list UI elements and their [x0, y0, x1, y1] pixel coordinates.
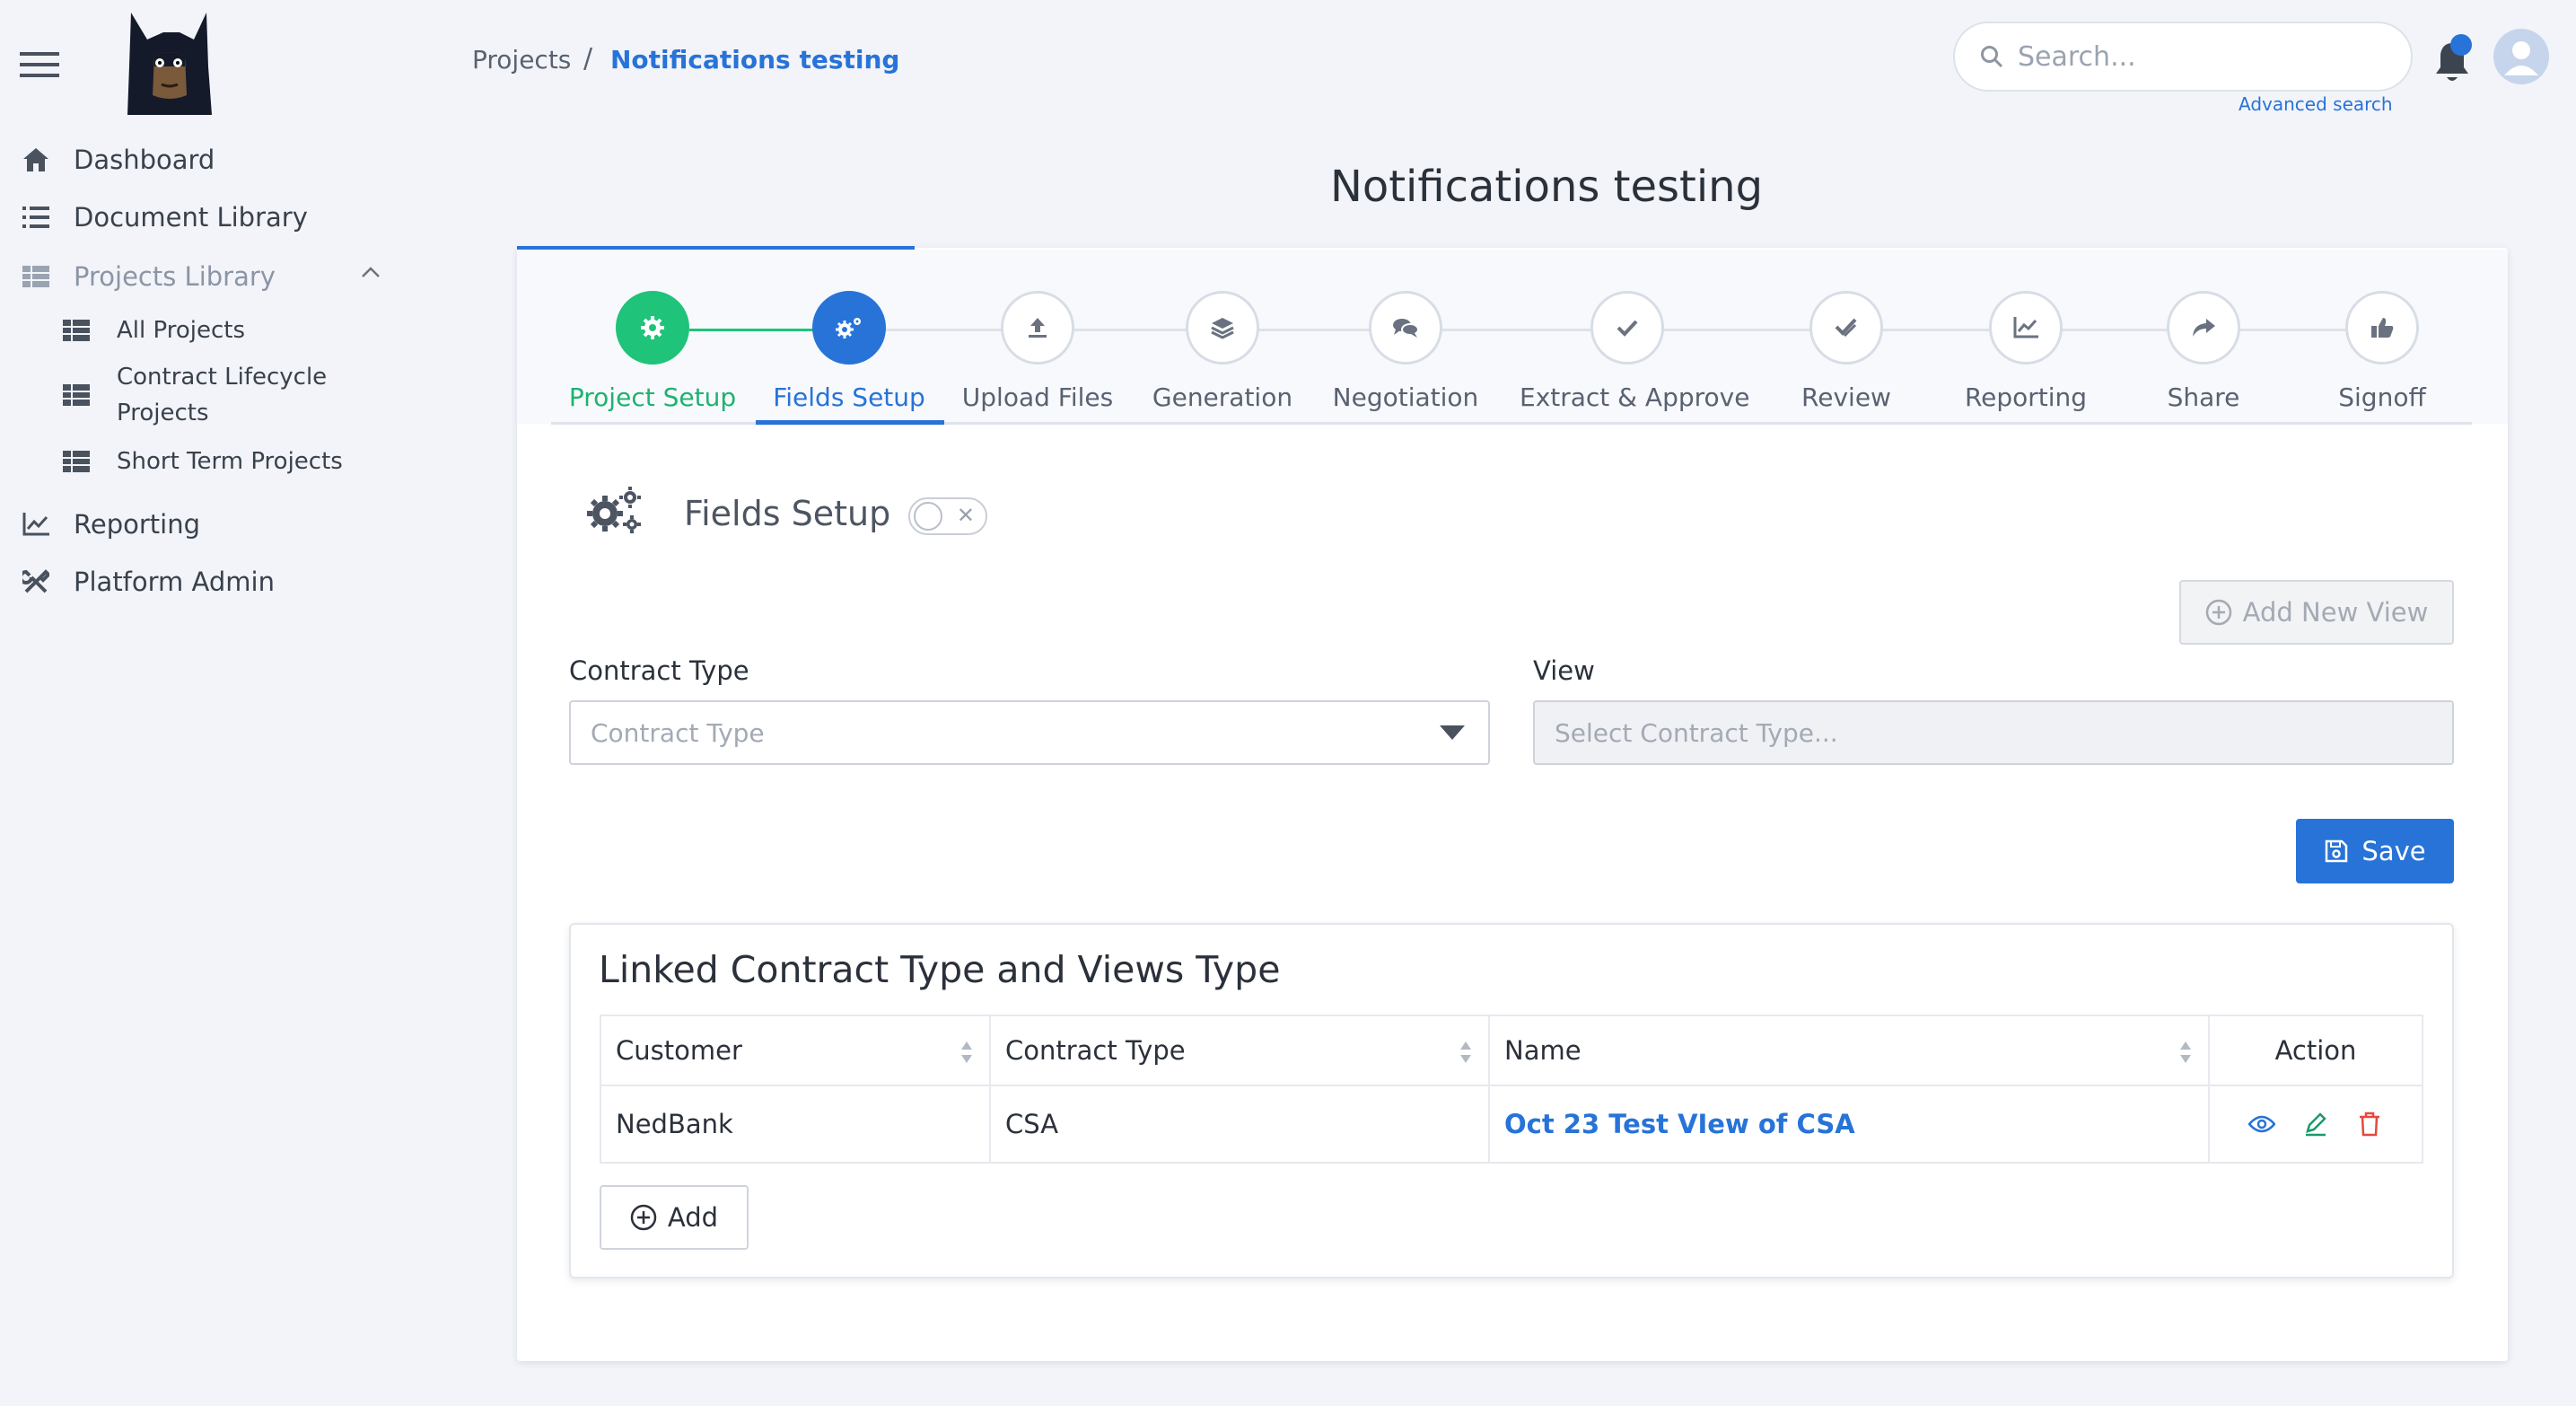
search-icon	[1980, 45, 2003, 68]
sidebar-subitem-short-term[interactable]: Short Term Projects	[63, 444, 377, 479]
table-icon	[63, 444, 92, 479]
cell-customer: NedBank	[600, 1085, 991, 1164]
step-fields-setup[interactable]: Fields Setup	[741, 291, 957, 412]
thumbs-up-icon	[2345, 291, 2419, 365]
select-placeholder: Contract Type	[591, 717, 765, 748]
layers-icon	[1186, 291, 1259, 365]
check-icon	[1590, 291, 1664, 365]
tools-icon	[20, 566, 52, 598]
step-upload-files[interactable]: Upload Files	[930, 291, 1145, 412]
toggle-knob	[914, 502, 942, 531]
table-icon	[63, 312, 92, 348]
sidebar-subitem-label: Short Term Projects	[117, 448, 343, 475]
save-icon	[2324, 839, 2349, 864]
card-accent-bar	[517, 246, 915, 250]
avatar[interactable]	[2493, 29, 2549, 84]
step-label: Fields Setup	[773, 382, 925, 412]
fields-setup-toggle[interactable]: ✕	[908, 497, 987, 535]
breadcrumb-root[interactable]: Projects	[472, 45, 571, 75]
active-step-underline	[756, 420, 944, 425]
cell-name: Oct 23 Test VIew of CSA	[1488, 1085, 2210, 1164]
sidebar-item-label: Projects Library	[74, 261, 276, 292]
column-header-name[interactable]: Name	[1488, 1015, 2210, 1086]
view-label: View	[1533, 655, 1595, 686]
line-chart-icon	[1989, 291, 2063, 365]
caret-down-icon	[1440, 725, 1465, 740]
step-label: Signoff	[2338, 382, 2426, 412]
upload-icon	[1001, 291, 1074, 365]
table-row: NedBank CSA Oct 23 Test VIew of CSA	[600, 1085, 2423, 1164]
notification-dot	[2450, 34, 2472, 56]
table-icon	[63, 359, 92, 431]
share-arrow-icon	[2167, 291, 2240, 365]
batman-logo	[127, 13, 212, 115]
gear-icon	[616, 291, 689, 365]
select-placeholder: Select Contract Type...	[1555, 717, 1838, 748]
menu-toggle-icon[interactable]	[20, 52, 59, 77]
sidebar-item-platform-admin[interactable]: Platform Admin	[20, 566, 275, 598]
table-icon	[20, 260, 52, 293]
column-header-label: Contract Type	[1005, 1035, 1186, 1066]
view-eye-icon[interactable]	[2246, 1108, 2278, 1140]
search-input[interactable]	[2016, 40, 2393, 74]
sidebar-item-label: Reporting	[74, 509, 200, 540]
contract-type-label: Contract Type	[569, 655, 749, 686]
sidebar-subitem-label: All Projects	[117, 317, 245, 344]
add-new-view-button[interactable]: Add New View	[2179, 580, 2454, 645]
sidebar-item-label: Platform Admin	[74, 567, 275, 597]
chart-icon	[20, 508, 52, 540]
edit-pencil-icon[interactable]	[2300, 1108, 2332, 1140]
step-label: Project Setup	[568, 382, 737, 412]
step-label: Upload Files	[961, 382, 1114, 412]
column-header-label: Customer	[616, 1035, 742, 1066]
sidebar-subitem-all-projects[interactable]: All Projects	[63, 312, 377, 348]
column-header-label: Action	[2274, 1035, 2357, 1066]
view-select[interactable]: Select Contract Type...	[1533, 700, 2454, 765]
linked-types-table: Customer Contract Type Name Action NedBa…	[600, 1015, 2423, 1164]
contract-type-select[interactable]: Contract Type	[569, 700, 1490, 765]
step-label: Extract & Approve	[1520, 382, 1750, 412]
advanced-search-link[interactable]: Advanced search	[2239, 93, 2393, 115]
plus-circle-icon	[2205, 599, 2232, 626]
breadcrumb-separator: /	[583, 43, 593, 75]
button-label: Add New View	[2242, 597, 2429, 628]
section-title: Fields Setup	[684, 494, 891, 533]
save-button[interactable]: Save	[2296, 819, 2454, 883]
sidebar-item-projects-library[interactable]: Projects Library	[20, 260, 276, 293]
button-label: Save	[2361, 836, 2426, 866]
view-name-link[interactable]: Oct 23 Test VIew of CSA	[1504, 1109, 1855, 1139]
gears-icon	[582, 483, 644, 539]
sidebar-item-reporting[interactable]: Reporting	[20, 508, 200, 540]
column-header-action: Action	[2208, 1015, 2423, 1086]
step-negotiation[interactable]: Negotiation	[1298, 291, 1513, 412]
step-extract-approve[interactable]: Extract & Approve	[1520, 291, 1750, 412]
button-label: Add	[667, 1202, 719, 1233]
delete-trash-icon[interactable]	[2353, 1108, 2386, 1140]
step-signoff[interactable]: Signoff	[2274, 291, 2490, 412]
cell-action	[2208, 1085, 2423, 1164]
plus-circle-icon	[630, 1204, 657, 1231]
column-header-label: Name	[1504, 1035, 1582, 1066]
linked-types-title: Linked Contract Type and Views Type	[599, 948, 1281, 991]
sort-icon[interactable]	[1459, 1040, 1472, 1065]
table-header-row: Customer Contract Type Name Action	[600, 1015, 2423, 1086]
breadcrumb-current[interactable]: Notifications testing	[610, 45, 899, 75]
add-link-button[interactable]: Add	[600, 1185, 749, 1250]
double-check-icon	[1809, 291, 1883, 365]
sidebar-subitem-label: Contract Lifecycle Projects	[117, 364, 328, 426]
step-label: Negotiation	[1332, 382, 1479, 412]
step-project-setup[interactable]: Project Setup	[545, 291, 760, 412]
close-icon: ✕	[956, 503, 975, 528]
search-box[interactable]	[1953, 22, 2413, 92]
sort-icon[interactable]	[2179, 1040, 2192, 1065]
chevron-up-icon[interactable]	[361, 266, 381, 278]
comments-icon	[1369, 291, 1442, 365]
cell-contract-type: CSA	[989, 1085, 1490, 1164]
page-title: Notifications testing	[1329, 162, 1764, 212]
column-header-contract-type[interactable]: Contract Type	[989, 1015, 1490, 1086]
sort-icon[interactable]	[960, 1040, 973, 1065]
gears-icon	[812, 291, 886, 365]
sidebar-subitem-contract-lifecycle[interactable]: Contract Lifecycle Projects	[63, 359, 377, 431]
column-header-customer[interactable]: Customer	[600, 1015, 991, 1086]
